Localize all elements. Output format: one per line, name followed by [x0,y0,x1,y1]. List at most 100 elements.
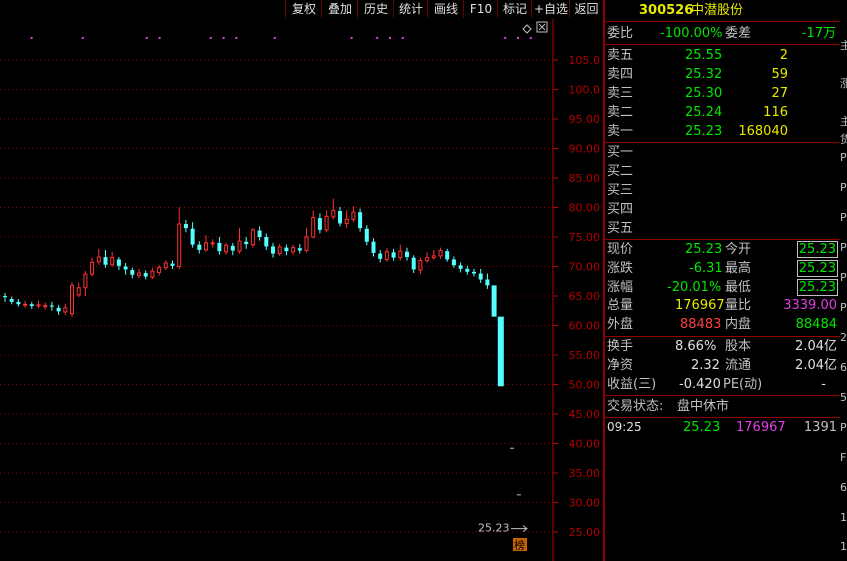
edge-glyph: P [840,301,847,314]
candle [344,218,349,224]
volume-label: 总量 [607,298,634,313]
y-tick-label: 95.00 [569,113,601,126]
sell-price: 25.30 [685,86,723,101]
signal-marker [350,37,353,39]
inner-value: 88484 [795,317,837,332]
sell-row: 卖五 25.55 2 [605,46,840,65]
order-diff-value: -17万 [801,26,836,41]
candle [3,296,7,298]
sell-level-label: 卖二 [607,105,634,120]
mark-button[interactable]: 标记 [497,0,532,18]
candle [183,224,188,229]
buy-level-label: 买四 [607,202,634,217]
history-button[interactable]: 历史 [357,0,394,18]
candle [76,287,81,296]
sell-volume: 168040 [738,124,788,139]
sell-price: 25.55 [685,48,723,63]
candle [271,246,275,254]
trade-status-row: 交易状态: 盘中休市 [605,397,840,416]
candle [210,242,215,245]
sell-row: 卖三 25.30 27 [605,84,840,103]
candle [170,263,175,266]
candle [230,245,235,251]
buy-row: 买五 [605,219,840,238]
open-label: 今开 [725,242,752,257]
candle [384,251,389,260]
f10-button[interactable]: F10 [463,0,498,18]
quote-row-price: 现价 25.23 今开 25.23 [605,240,840,259]
candle [16,301,21,305]
sell-level-label: 卖四 [607,67,634,82]
signal-marker [529,37,532,39]
buy-level-label: 买五 [607,221,634,236]
candle [9,298,14,302]
candle [123,266,128,270]
nav-label: 净资 [607,358,634,373]
candlestick-chart[interactable]: 25.00 30.00 35.00 40.00 45.00 50.00 55.00 60.00… [0,19,603,561]
chart-toolbar: 复权 叠加 历史 统计 画线 F10 标记 +自选 返回 [0,0,603,19]
signal-marker [158,37,161,39]
nav-value: 2.32 [691,358,720,373]
candle [224,244,229,253]
signal-marker [504,37,507,39]
candle [458,265,463,269]
sell-price: 25.23 [685,124,723,139]
outer-label: 外盘 [607,317,634,332]
overlay-button[interactable]: 叠加 [321,0,358,18]
float-label: 流通 [725,358,752,373]
fuquan-button[interactable]: 复权 [285,0,322,18]
candle [130,270,135,275]
stock-header: 300526 中潜股份 [605,1,840,20]
tick-volume: 176967 [736,420,786,435]
sell-row: 卖一 25.23 168040 [605,122,840,141]
edge-glyph: 5 [840,391,847,404]
close-icon-cross [538,23,546,31]
quote-row-pct: 涨幅 -20.01% 最低 25.23 [605,278,840,297]
sell-level-label: 卖三 [607,86,634,101]
volume-ratio-value: 3339.00 [783,298,837,313]
stock-code: 300526 [639,3,694,18]
edge-glyph: 2 [840,331,847,344]
candle [398,250,403,259]
draw-line-button[interactable]: 画线 [427,0,464,18]
sell-row: 卖四 25.32 59 [605,65,840,84]
last-price-arrow-icon [511,525,528,533]
high-label: 最高 [725,261,752,276]
divider [605,21,840,22]
signal-marker [389,37,391,39]
y-tick-label: 65.00 [569,290,601,303]
sell-volume: 59 [771,67,788,82]
candle [217,242,222,252]
buy-row: 买二 [605,162,840,181]
add-watchlist-button[interactable]: +自选 [531,0,570,18]
fundamentals-row: 收益(三) -0.420 PE(动) - [605,375,840,394]
candle [438,250,443,257]
float-value: 2.04亿 [795,358,837,373]
candle [116,259,121,266]
statistics-button[interactable]: 统计 [393,0,428,18]
buy-row: 买一 [605,143,840,162]
change-label: 涨跌 [607,261,634,276]
back-button[interactable]: 返回 [569,0,603,18]
y-tick-label: 45.00 [569,408,601,421]
candle [297,248,302,251]
divider [605,395,840,396]
buy-row: 买四 [605,200,840,219]
signal-marker [145,37,148,39]
tick-extra: 1391 [803,420,837,435]
candle [197,244,202,250]
edge-glyph: 1 [840,540,847,553]
candle [103,257,108,265]
y-tick-label: 100.0 [569,84,601,97]
candle [324,215,329,231]
order-ratio-label: 委比 [607,26,634,41]
candle [177,223,182,268]
y-tick-label: 75.00 [569,231,601,244]
eps-label: 收益(三) [607,377,657,392]
candle [411,257,416,270]
candle [23,303,28,306]
order-ratio-row: 委比 -100.00% 委差 -17万 [605,24,840,43]
quote-row-change: 涨跌 -6.31 最高 25.23 [605,259,840,278]
edge-glyph: 涨 [840,77,847,90]
edge-glyph: 主 [840,115,847,128]
